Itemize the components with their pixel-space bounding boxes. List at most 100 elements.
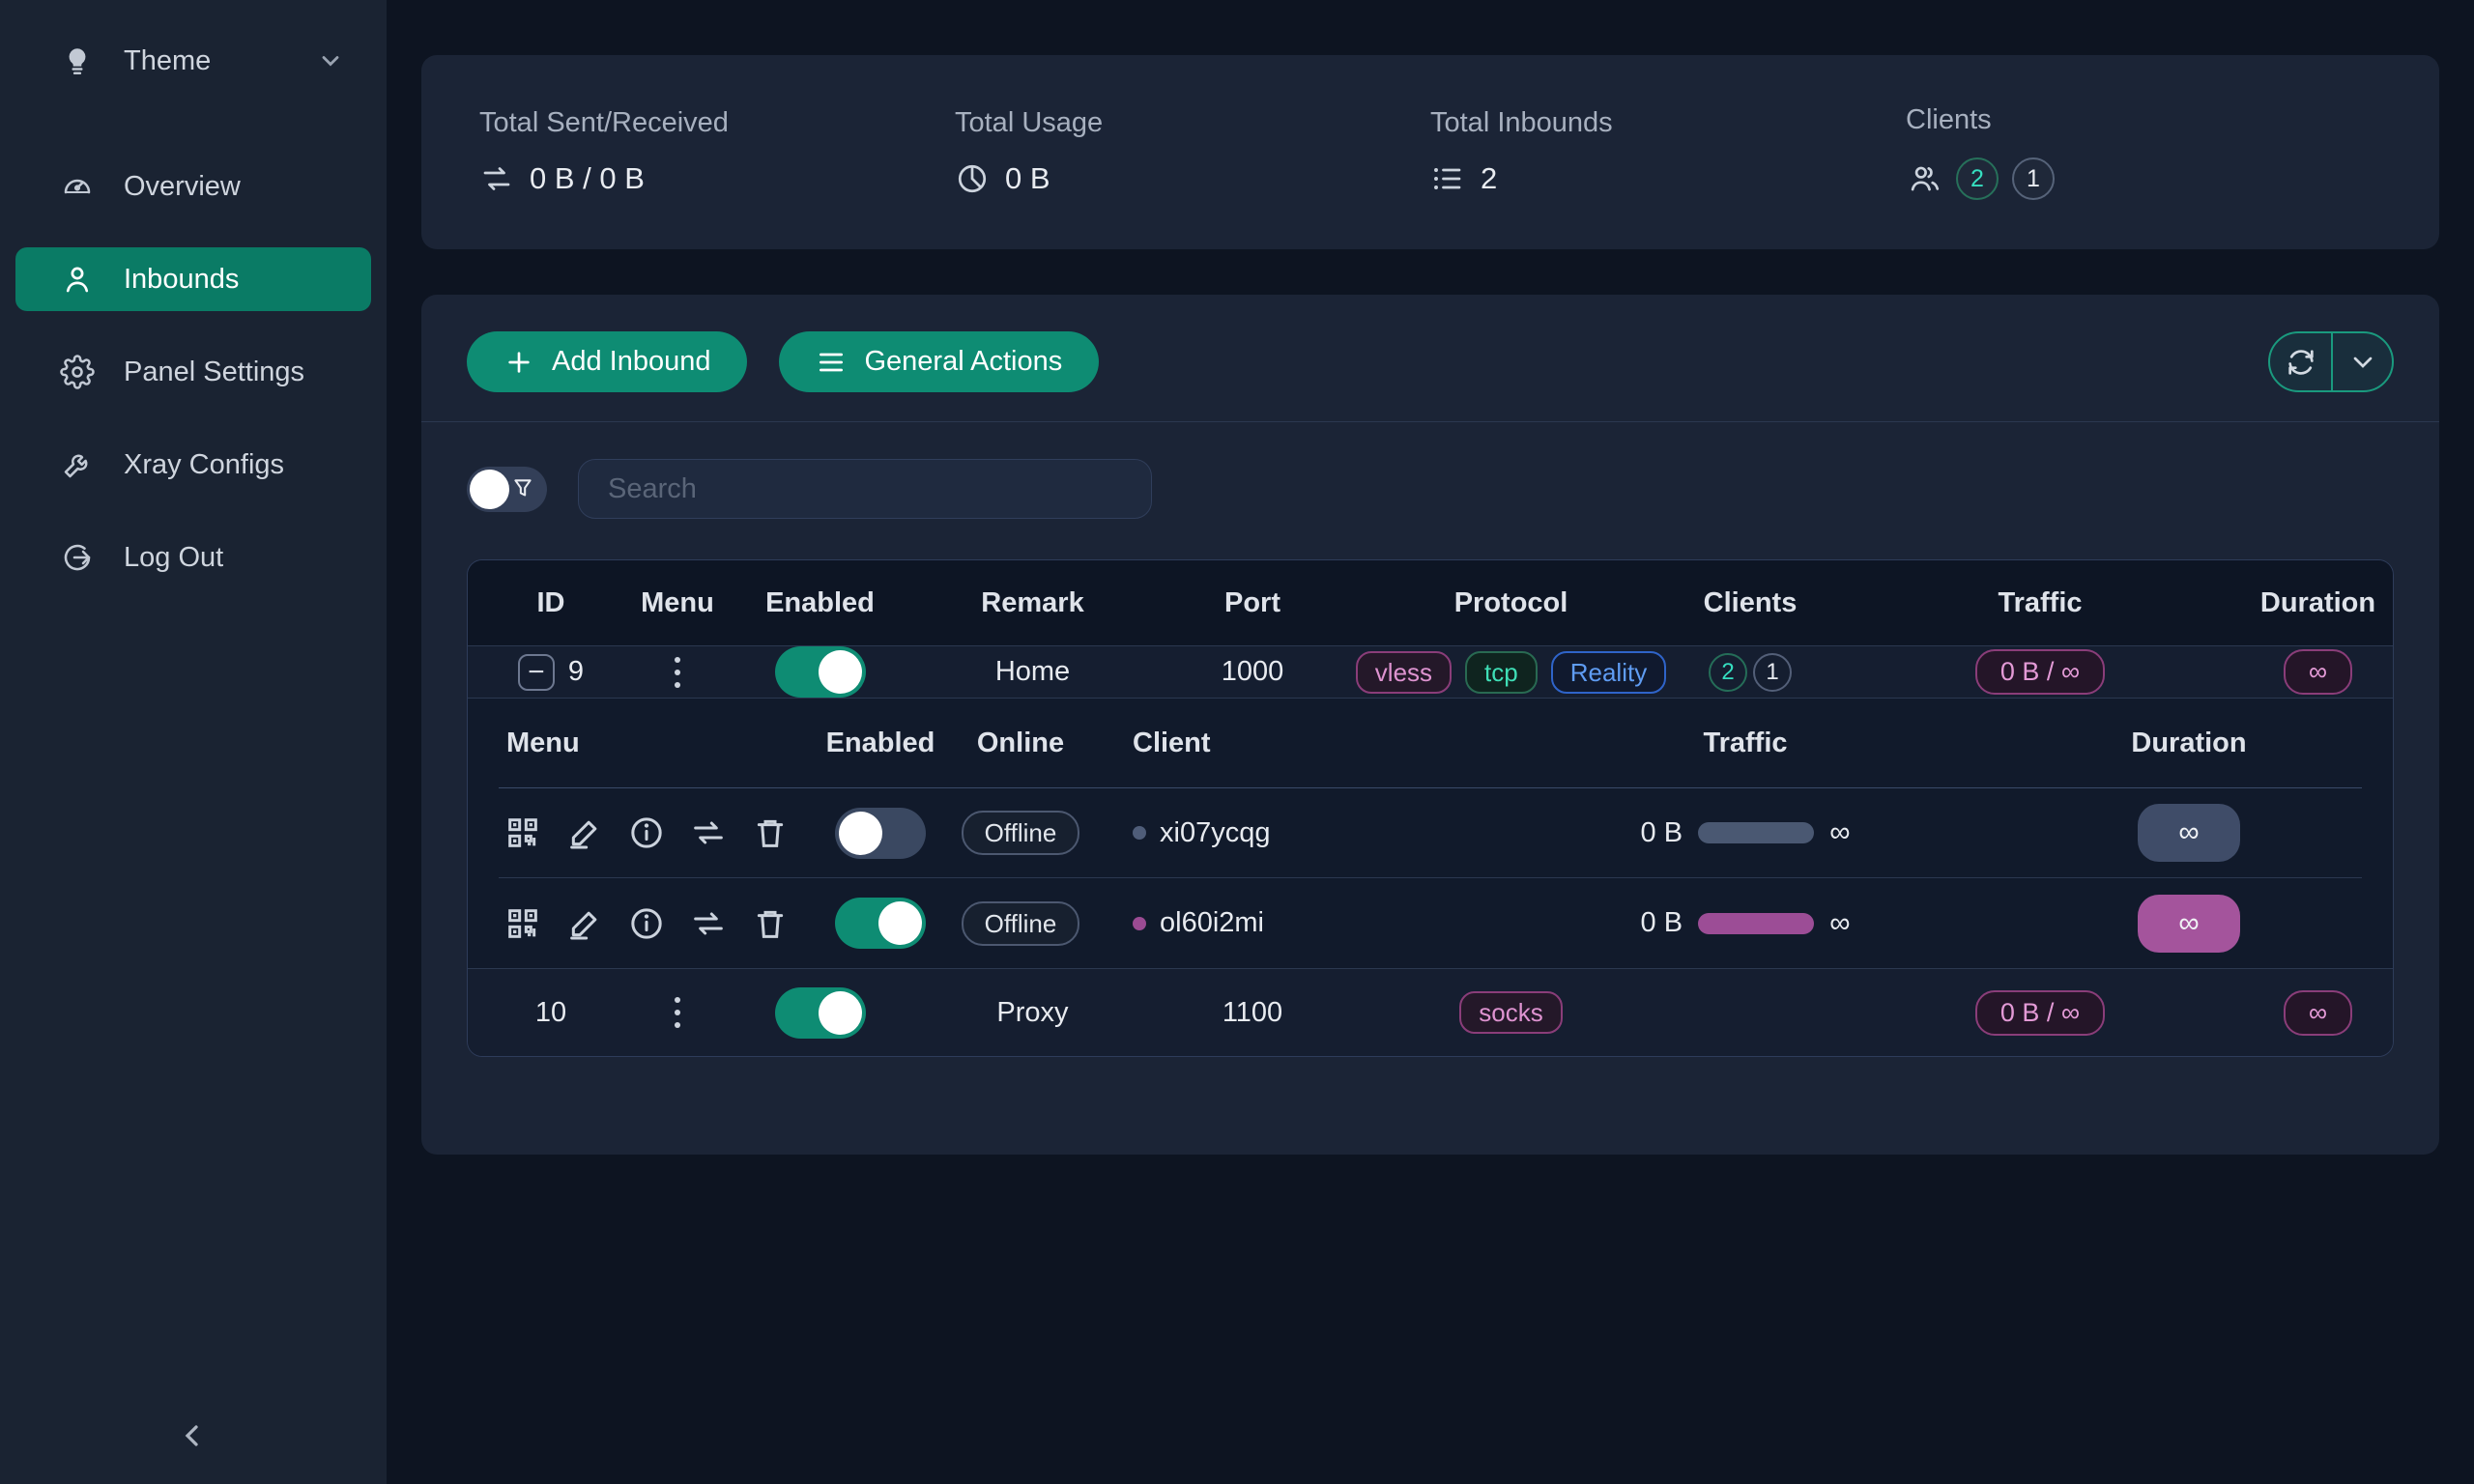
collapse-row-button[interactable]: − [518, 654, 555, 691]
subcol-header-online: Online [943, 728, 1098, 759]
gauge-icon [58, 167, 97, 206]
toolbar: Add Inbound General Actions [467, 331, 2394, 392]
col-header-port: Port [1146, 587, 1359, 619]
client-traffic-value: 0 B [1641, 907, 1683, 939]
sidebar-item-label: Inbounds [124, 264, 239, 296]
qr-code-icon[interactable] [503, 813, 543, 853]
refresh-button[interactable] [2270, 333, 2331, 390]
user-icon [58, 260, 97, 299]
logout-icon [58, 538, 97, 577]
sidebar-item-xray-configs[interactable]: Xray Configs [15, 433, 371, 497]
sidebar: Theme Overview Inbounds Panel Settings X… [0, 0, 387, 1484]
client-name: xi07ycqg [1160, 817, 1270, 849]
sidebar-item-theme[interactable]: Theme [15, 29, 371, 93]
stat-label: Total Sent/Received [479, 107, 955, 139]
lightbulb-icon [58, 42, 97, 80]
toggle-knob [470, 470, 509, 509]
list-icon [1430, 160, 1467, 197]
edit-icon[interactable] [564, 903, 605, 944]
edit-icon[interactable] [564, 813, 605, 853]
table-row[interactable]: − 9 Home 1000 vless tcp Reality 2 [468, 645, 2393, 968]
protocol-tag: vless [1356, 651, 1452, 694]
col-header-remark: Remark [919, 587, 1146, 619]
clients-subtable: Menu Enabled Online Client Traffic Durat… [468, 698, 2393, 968]
sidebar-item-overview[interactable]: Overview [15, 155, 371, 218]
inbounds-card: Add Inbound General Actions [421, 295, 2439, 1155]
refresh-dropdown-button[interactable] [2331, 333, 2392, 390]
chevron-left-icon [176, 1418, 211, 1453]
stat-value: 0 B / 0 B [530, 161, 645, 196]
stat-label: Total Usage [955, 107, 1430, 139]
sidebar-item-label: Overview [124, 171, 241, 203]
sidebar-item-log-out[interactable]: Log Out [15, 526, 371, 589]
subcol-header-enabled: Enabled [818, 728, 943, 759]
chevron-down-icon [317, 47, 344, 74]
subtable-header-row: Menu Enabled Online Client Traffic Durat… [499, 699, 2362, 788]
traffic-badge: 0 B / ∞ [1975, 990, 2105, 1036]
clients-total-badge: 1 [1753, 653, 1792, 692]
swap-arrows-icon [479, 160, 516, 197]
refresh-icon [2285, 346, 2317, 379]
row-menu-button[interactable] [669, 651, 686, 694]
client-enabled-toggle[interactable] [835, 808, 926, 859]
inbound-port: 1100 [1146, 997, 1359, 1029]
sidebar-item-inbounds[interactable]: Inbounds [15, 247, 371, 311]
protocol-tag: tcp [1465, 651, 1538, 694]
search-row [467, 459, 2394, 519]
hamburger-icon [816, 347, 847, 378]
col-header-menu: Menu [634, 587, 721, 619]
col-header-clients: Clients [1663, 587, 1837, 619]
general-actions-button[interactable]: General Actions [779, 331, 1099, 392]
stats-card: Total Sent/Received 0 B / 0 B Total Usag… [421, 55, 2439, 249]
online-status-badge: Offline [962, 811, 1080, 855]
col-header-protocol: Protocol [1359, 587, 1663, 619]
sidebar-item-panel-settings[interactable]: Panel Settings [15, 340, 371, 404]
client-name: ol60i2mi [1160, 907, 1264, 939]
funnel-icon [510, 476, 535, 501]
table-header-row: ID Menu Enabled Remark Port Protocol Cli… [468, 560, 2393, 645]
inbound-id: 10 [535, 997, 566, 1029]
col-header-enabled: Enabled [721, 587, 919, 619]
stat-total-inbounds: Total Inbounds 2 [1430, 107, 1906, 197]
plus-icon [503, 347, 534, 378]
client-status-dot [1133, 917, 1146, 930]
filter-toggle[interactable] [467, 467, 547, 512]
info-icon[interactable] [626, 903, 667, 944]
stat-label: Total Inbounds [1430, 107, 1906, 139]
sidebar-item-label: Panel Settings [124, 357, 304, 388]
reset-traffic-icon[interactable] [688, 813, 729, 853]
qr-code-icon[interactable] [503, 903, 543, 944]
traffic-progress-bar [1698, 822, 1814, 843]
col-header-duration: Duration [2243, 587, 2393, 619]
inbound-remark: Home [919, 656, 1146, 688]
inbound-enabled-toggle[interactable] [775, 987, 866, 1039]
row-menu-button[interactable] [669, 991, 686, 1034]
add-inbound-button[interactable]: Add Inbound [467, 331, 747, 392]
traffic-progress-bar [1698, 913, 1814, 934]
stat-label: Clients [1906, 104, 2381, 136]
reset-traffic-icon[interactable] [688, 903, 729, 944]
inbound-enabled-toggle[interactable] [775, 646, 866, 698]
client-traffic-value: 0 B [1641, 817, 1683, 849]
protocol-tag: Reality [1551, 651, 1666, 694]
client-enabled-toggle[interactable] [835, 898, 926, 949]
pie-chart-icon [955, 160, 992, 197]
main-content: Total Sent/Received 0 B / 0 B Total Usag… [387, 0, 2474, 1484]
client-row: Offline ol60i2mi 0 B ∞ [499, 878, 2362, 968]
sidebar-collapse-button[interactable] [162, 1405, 224, 1467]
delete-icon[interactable] [750, 903, 791, 944]
subcol-header-menu: Menu [499, 728, 818, 759]
client-status-dot [1133, 826, 1146, 840]
delete-icon[interactable] [750, 813, 791, 853]
traffic-badge: 0 B / ∞ [1975, 649, 2105, 695]
stat-value: 0 B [1005, 161, 1050, 196]
search-input[interactable] [578, 459, 1152, 519]
col-header-id: ID [468, 587, 634, 619]
toolbar-divider [421, 421, 2439, 422]
info-icon[interactable] [626, 813, 667, 853]
stat-total-sent-received: Total Sent/Received 0 B / 0 B [479, 107, 955, 197]
stat-value: 2 [1481, 161, 1497, 196]
clients-online-badge: 2 [1956, 157, 1999, 200]
client-row: Offline xi07ycqg 0 B ∞ [499, 788, 2362, 878]
table-row[interactable]: 10 Proxy 1100 socks 0 B / ∞ ∞ [468, 968, 2393, 1056]
